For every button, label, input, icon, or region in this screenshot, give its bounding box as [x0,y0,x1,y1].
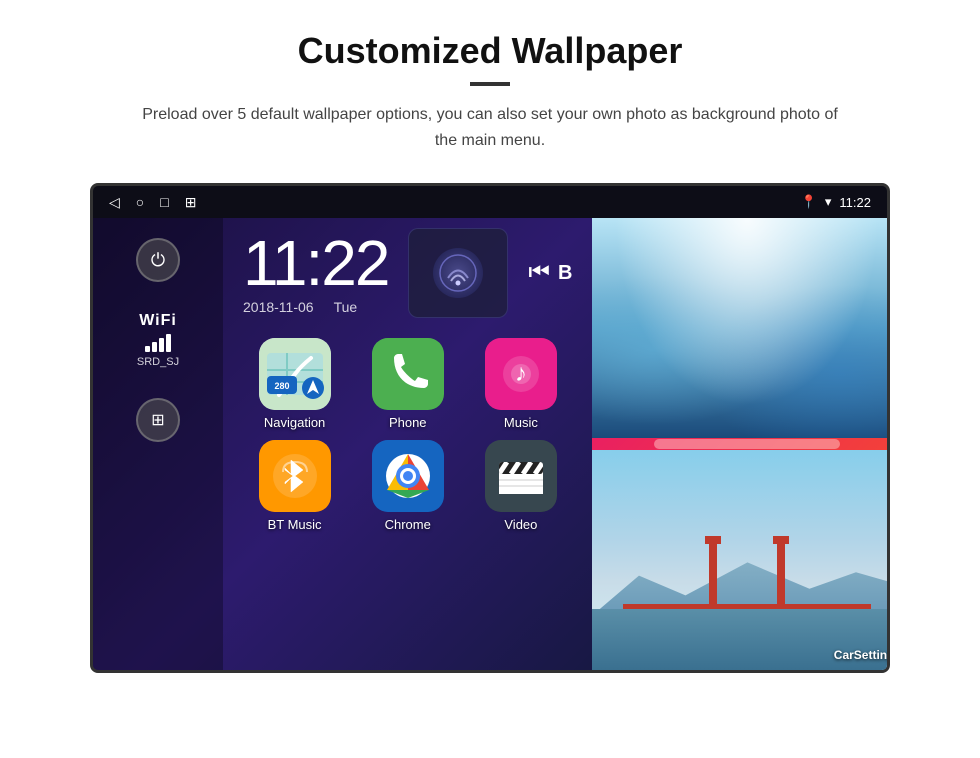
app-item-music[interactable]: ♪ Music [469,338,572,430]
page-header: Customized Wallpaper Preload over 5 defa… [0,0,980,163]
btmusic-label: BT Music [268,517,322,532]
phone-label: Phone [389,415,427,430]
ice-cave-bg [592,218,890,438]
prev-track-icon[interactable]: ⏮ [528,259,550,287]
svg-text:280: 280 [274,381,289,391]
wifi-info: WiFi SRD_SJ [137,312,179,368]
wifi-bars [137,334,179,352]
wifi-ssid: SRD_SJ [137,356,179,368]
status-time: 11:22 [839,195,871,210]
clock-day: Tue [334,299,358,315]
app-grid-button[interactable]: ⊞ [136,398,180,442]
clock-date: 2018-11-06 Tue [243,299,388,315]
wifi-bar-3 [159,338,164,352]
clock-left: 11:22 2018-11-06 Tue [243,231,388,315]
app-item-phone[interactable]: Phone [356,338,459,430]
device-container: ◁ ○ □ ⊞ 📍 ▾ 11:22 ⏻ WiFi [0,163,980,693]
btmusic-icon [259,440,331,512]
wifi-label: WiFi [137,312,179,330]
wifi-bar-1 [145,346,150,352]
bridge-tower-right [777,544,785,604]
wallpaper-divider [592,442,890,446]
video-label: Video [504,517,537,532]
wifi-bar-4 [166,334,171,352]
wifi-bar-2 [152,342,157,352]
phone-svg [372,338,444,410]
status-left: ◁ ○ □ ⊞ [109,194,196,211]
media-controls: ⏮ B [528,259,572,287]
page-title: Customized Wallpaper [60,30,920,72]
wifi-status-icon: ▾ [825,194,832,210]
wallpaper-top[interactable] [592,218,890,438]
main-area: ⏻ WiFi SRD_SJ ⊞ [93,218,887,670]
music-label: Music [504,415,538,430]
power-button[interactable]: ⏻ [136,238,180,282]
status-bar: ◁ ○ □ ⊞ 📍 ▾ 11:22 [93,186,887,218]
sidebar: ⏻ WiFi SRD_SJ ⊞ [93,218,223,670]
bridge-tower-left [709,544,717,604]
app-item-btmusic[interactable]: BT Music [243,440,346,532]
navigation-label: Navigation [264,415,325,430]
bridge-deck [623,604,871,609]
music-svg: ♪ [485,338,557,410]
app-item-chrome[interactable]: Chrome [356,440,459,532]
clock-time: 11:22 [243,231,388,295]
chrome-svg [372,440,444,512]
android-device: ◁ ○ □ ⊞ 📍 ▾ 11:22 ⏻ WiFi [90,183,890,673]
signal-svg [438,253,478,293]
btmusic-svg [259,440,331,512]
navigation-svg: 280 [259,338,331,410]
svg-text:♪: ♪ [515,360,527,387]
clock-date-value: 2018-11-06 [243,299,314,315]
page-subtitle: Preload over 5 default wallpaper options… [140,102,840,153]
wallpaper-bottom[interactable]: CarSetting [592,450,890,670]
bridge-towers [709,544,785,604]
recent-icon[interactable]: □ [160,194,168,210]
middle-bar [654,439,840,449]
location-icon: 📍 [801,194,817,210]
carsetting-label: CarSetting [834,648,890,662]
media-widget [408,228,508,318]
track-label: B [558,262,572,285]
media-icon [433,248,483,298]
chrome-icon [372,440,444,512]
chrome-label: Chrome [385,517,431,532]
center-area: 11:22 2018-11-06 Tue [223,218,592,670]
clock-section: 11:22 2018-11-06 Tue [243,228,572,318]
music-icon: ♪ [485,338,557,410]
title-divider [470,82,510,86]
app-item-navigation[interactable]: 280 Navigation [243,338,346,430]
video-svg [485,440,557,512]
back-icon[interactable]: ◁ [109,194,120,211]
home-icon[interactable]: ○ [136,194,144,210]
navigation-icon: 280 [259,338,331,410]
status-right: 📍 ▾ 11:22 [801,194,871,210]
app-grid: 280 Navigation [243,338,572,532]
phone-icon [372,338,444,410]
video-icon [485,440,557,512]
wallpaper-panels: CarSetting [592,218,890,670]
app-item-video[interactable]: Video [469,440,572,532]
screenshot-icon[interactable]: ⊞ [185,194,197,211]
